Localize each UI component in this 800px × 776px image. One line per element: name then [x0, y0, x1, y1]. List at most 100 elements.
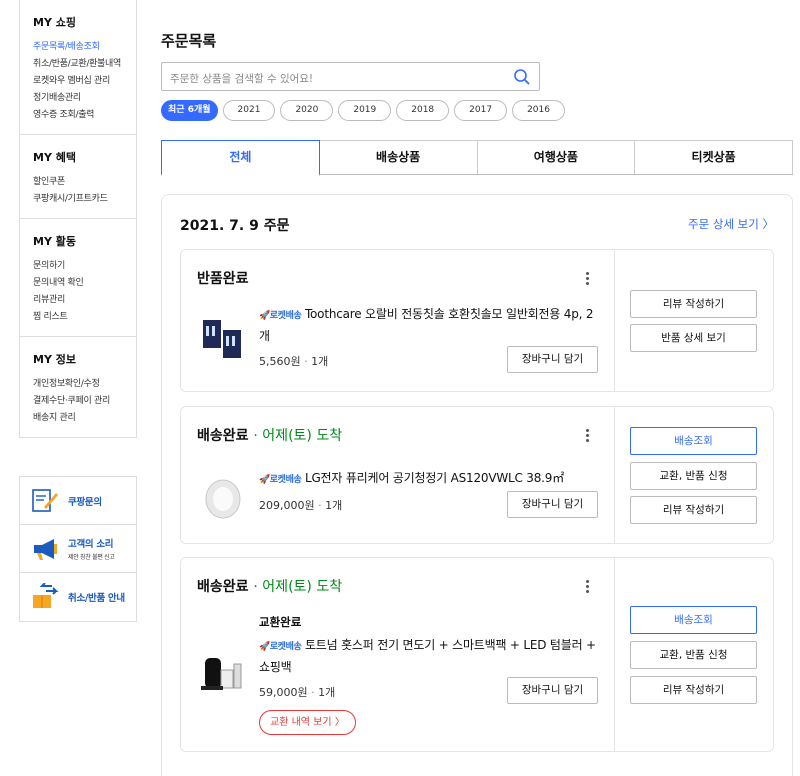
sidebar-section-title: MY 정보: [33, 353, 76, 366]
product-thumbnail[interactable]: [199, 475, 247, 523]
help-card-subtitle: 제안 칭찬 불편 신고: [68, 554, 115, 561]
sidebar-item-cancel-return[interactable]: 취소/반품/교환/환불내역: [33, 59, 125, 70]
sidebar-item-payment[interactable]: 결제수단·쿠페이 관리: [33, 393, 136, 410]
sidebar-section-benefits: MY 혜택 할인쿠폰 쿠팡캐시/기프트카드: [20, 135, 136, 219]
help-card-return-guide[interactable]: 취소/반품 안내: [20, 573, 136, 621]
help-card-title: 취소/반품 안내: [68, 593, 125, 604]
tab-all[interactable]: 전체: [161, 140, 320, 176]
add-to-cart-button[interactable]: 장바구니 담기: [507, 491, 598, 518]
product-name-text: LG전자 퓨리케어 공기청정기 AS120VWLC 38.9㎡: [304, 471, 565, 485]
arrival-info: · 어제(토) 도착: [253, 579, 343, 595]
status-label: 배송완료: [197, 428, 249, 444]
order-tabs: 전체 배송상품 여행상품 티켓상품: [161, 140, 793, 176]
tab-travel[interactable]: 여행상품: [476, 140, 636, 174]
add-to-cart-button[interactable]: 장바구니 담기: [507, 346, 598, 373]
search-input[interactable]: 주문한 상품을 검색할 수 있어요!: [161, 62, 540, 91]
search-icon[interactable]: [513, 68, 531, 86]
product-thumbnail[interactable]: [199, 650, 247, 698]
more-options-icon[interactable]: [586, 429, 590, 444]
product-price: 209,000원 · 1개: [259, 499, 343, 512]
sidebar-item-order-list[interactable]: 주문목록/배송조회: [33, 39, 136, 56]
year-filter: 최근 6개월 2021 2020 2019 2018 2017 2016: [161, 100, 565, 121]
product-name-text: Toothcare 오랄비 전동칫솔 호환칫솔모 일반회전용 4p, 2개: [259, 307, 594, 343]
product-name[interactable]: 🚀로켓배송 Toothcare 오랄비 전동칫솔 호환칫솔모 일반회전용 4p,…: [259, 304, 599, 346]
write-review-button[interactable]: 리뷰 작성하기: [630, 290, 757, 318]
quantity: 1개: [311, 355, 329, 368]
exchange-history-button[interactable]: 교환 내역 보기 〉: [259, 710, 356, 735]
sidebar-section-shopping: MY 쇼핑 주문목록/배송조회 취소/반품/교환/환불내역 로켓와우 멤버십 관…: [20, 0, 136, 135]
year-filter-2016[interactable]: 2016: [512, 100, 565, 121]
price-value: 209,000원: [259, 499, 315, 512]
order-item-card: 배송완료 · 어제(토) 도착 교환완료 🚀로켓배송 토트넘 홋스퍼 전기 면도…: [180, 557, 774, 752]
sidebar-item-inquiry-history[interactable]: 문의내역 확인: [33, 275, 136, 292]
sidebar-item-subscription[interactable]: 정기배송관리: [33, 90, 136, 107]
help-card-title: 쿠팡문의: [68, 496, 102, 508]
year-filter-2017[interactable]: 2017: [454, 100, 508, 121]
track-delivery-button[interactable]: 배송조회: [630, 606, 757, 634]
year-filter-2020[interactable]: 2020: [280, 100, 334, 121]
rocket-delivery-badge: 🚀로켓배송: [259, 475, 302, 485]
sidebar-item-cash-giftcard[interactable]: 쿠팡캐시/기프트카드: [33, 191, 136, 208]
order-item-info: 반품완료 🚀로켓배송 Toothcare 오랄비 전동칫솔 호환칫솔모 일반회전…: [181, 250, 615, 391]
sidebar-item-rocketwow[interactable]: 로켓와우 멤버십 관리: [33, 73, 136, 90]
more-options-icon[interactable]: [586, 580, 590, 595]
order-item-card: 반품완료 🚀로켓배송 Toothcare 오랄비 전동칫솔 호환칫솔모 일반회전…: [180, 249, 774, 392]
page-title: 주문목록: [161, 32, 217, 50]
order-item-info: 배송완료 · 어제(토) 도착 교환완료 🚀로켓배송 토트넘 홋스퍼 전기 면도…: [181, 558, 615, 751]
exchange-return-button[interactable]: 교환, 반품 신청: [630, 462, 757, 490]
sidebar-item-profile[interactable]: 개인정보확인/수정: [33, 376, 136, 393]
exchange-complete-label: 교환완료: [259, 615, 302, 629]
order-date: 2021. 7. 9 주문: [180, 218, 290, 234]
rocket-delivery-badge: 🚀로켓배송: [259, 642, 302, 652]
year-filter-2018[interactable]: 2018: [396, 100, 450, 121]
write-review-button[interactable]: 리뷰 작성하기: [630, 676, 757, 704]
track-delivery-button[interactable]: 배송조회: [630, 427, 757, 455]
order-item-status: 반품완료: [197, 268, 249, 288]
box-return-icon: [33, 583, 59, 608]
help-card-inquiry[interactable]: 쿠팡문의: [20, 477, 136, 525]
inquiry-icon: [32, 488, 58, 512]
status-label: 배송완료: [197, 579, 249, 595]
sidebar-section-title: MY 쇼핑: [33, 16, 76, 29]
price-value: 5,560원: [259, 355, 301, 368]
product-name[interactable]: 🚀로켓배송 LG전자 퓨리케어 공기청정기 AS120VWLC 38.9㎡: [259, 468, 599, 490]
return-detail-button[interactable]: 반품 상세 보기: [630, 324, 757, 352]
tab-ticket[interactable]: 티켓상품: [634, 140, 793, 174]
rocket-delivery-badge: 🚀로켓배송: [259, 311, 302, 321]
sidebar-section-info: MY 정보 개인정보확인/수정 결제수단·쿠페이 관리 배송지 관리: [20, 337, 136, 437]
sidebar-item-wishlist[interactable]: 찜 리스트: [33, 309, 136, 326]
search-placeholder: 주문한 상품을 검색할 수 있어요!: [170, 73, 314, 85]
quantity: 1개: [325, 499, 343, 512]
order-item-info: 배송완료 · 어제(토) 도착 🚀로켓배송 LG전자 퓨리케어 공기청정기 AS…: [181, 407, 615, 543]
sidebar-item-reviews[interactable]: 리뷰관리: [33, 292, 136, 309]
megaphone-icon: [34, 538, 57, 560]
order-item-status: 배송완료 · 어제(토) 도착: [197, 425, 342, 445]
year-filter-2021[interactable]: 2021: [222, 100, 276, 121]
sidebar-item-coupons[interactable]: 할인쿠폰: [33, 174, 136, 191]
sidebar-section-title: MY 혜택: [33, 151, 76, 164]
sidebar-item-address[interactable]: 배송지 관리: [33, 410, 136, 427]
sidebar-item-receipt[interactable]: 영수증 조회/출력: [33, 107, 136, 124]
order-group: 2021. 7. 9 주문 주문 상세 보기 〉 반품완료 🚀로켓배송 Toot…: [161, 194, 793, 776]
sidebar-help-cards: 쿠팡문의 고객의 소리 제안 칭찬 불편 신고 취소/반품 안내: [19, 476, 137, 622]
product-thumbnail[interactable]: [199, 316, 247, 364]
price-value: 59,000원: [259, 686, 308, 699]
help-card-voice[interactable]: 고객의 소리 제안 칭찬 불편 신고: [20, 525, 136, 573]
status-label: 반품완료: [197, 271, 249, 287]
product-name[interactable]: 🚀로켓배송 토트넘 홋스퍼 전기 면도기 + 스마트백팩 + LED 텀블러 +…: [259, 635, 599, 677]
order-detail-link[interactable]: 주문 상세 보기 〉: [688, 216, 774, 232]
sidebar-item-inquiry[interactable]: 문의하기: [33, 258, 136, 275]
arrival-info: · 어제(토) 도착: [253, 428, 343, 444]
product-name-text: 토트넘 홋스퍼 전기 면도기 + 스마트백팩 + LED 텀블러 + 쇼핑백: [259, 638, 596, 674]
add-to-cart-button[interactable]: 장바구니 담기: [507, 677, 598, 704]
exchange-return-button[interactable]: 교환, 반품 신청: [630, 641, 757, 669]
quantity: 1개: [318, 686, 336, 699]
order-item-card: 배송완료 · 어제(토) 도착 🚀로켓배송 LG전자 퓨리케어 공기청정기 AS…: [180, 406, 774, 544]
year-filter-recent-6-months[interactable]: 최근 6개월: [161, 100, 218, 121]
write-review-button[interactable]: 리뷰 작성하기: [630, 496, 757, 524]
tab-delivery[interactable]: 배송상품: [318, 140, 478, 174]
sidebar-section-activity: MY 활동 문의하기 문의내역 확인 리뷰관리 찜 리스트: [20, 219, 136, 337]
more-options-icon[interactable]: [586, 272, 590, 287]
help-card-title: 고객의 소리: [68, 539, 114, 550]
year-filter-2019[interactable]: 2019: [338, 100, 392, 121]
